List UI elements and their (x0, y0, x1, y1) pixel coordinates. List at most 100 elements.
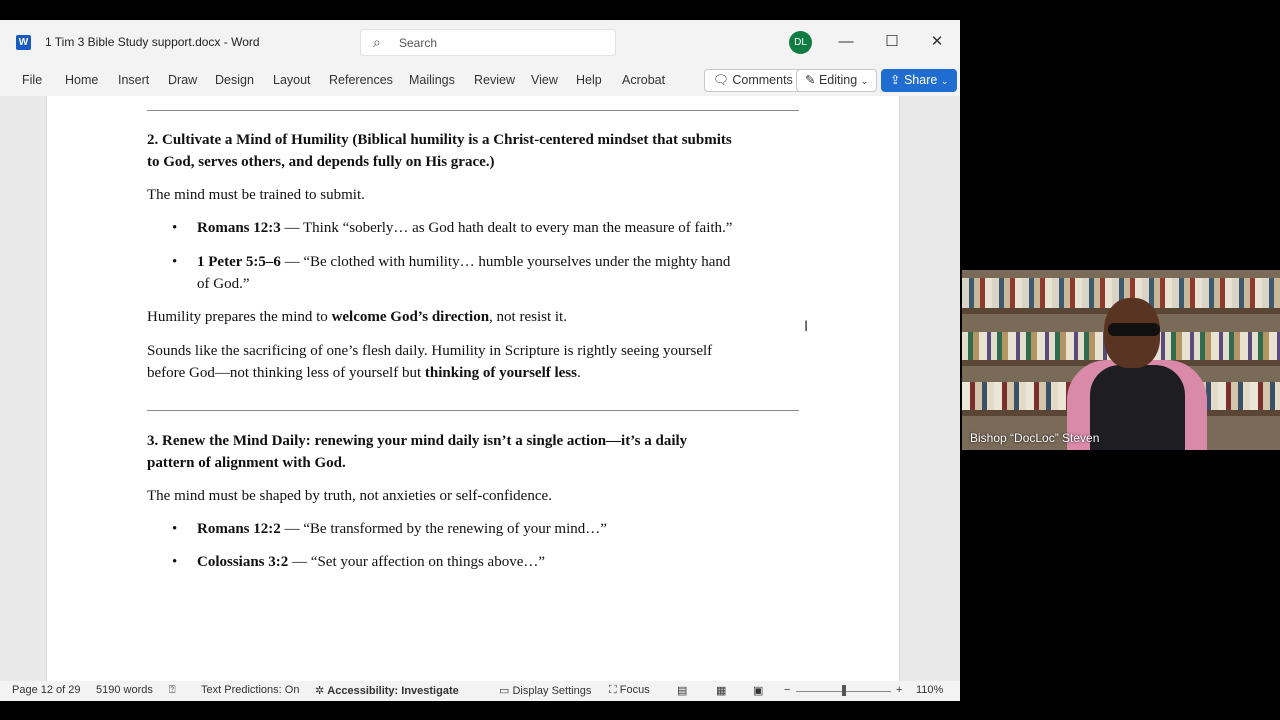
tab-review[interactable]: Review (474, 73, 515, 87)
comments-label: Comments (732, 73, 793, 87)
close-button[interactable]: ✕ (922, 28, 952, 56)
participant-name: Bishop “DocLoc” Steven (970, 431, 1100, 445)
tab-acrobat[interactable]: Acrobat (622, 73, 665, 87)
scripture-reference: Romans 12:2 (197, 521, 281, 537)
tab-home[interactable]: Home (65, 73, 98, 87)
read-mode-icon[interactable]: ▤ (677, 684, 687, 697)
tab-file[interactable]: File (22, 73, 42, 87)
pencil-icon: ✎ (805, 73, 816, 87)
accessibility-label: Accessibility: Investigate (327, 685, 459, 697)
tab-references[interactable]: References (329, 73, 393, 87)
glasses (1108, 323, 1160, 336)
section-2-intro[interactable]: The mind must be trained to submit. (147, 184, 799, 206)
tab-help[interactable]: Help (576, 73, 602, 87)
accessibility-status[interactable]: ✲ Accessibility: Investigate (315, 684, 459, 697)
document-filename: 1 Tim 3 Bible Study support.docx (45, 35, 221, 49)
list-item[interactable]: Romans 12:2 — “Be transformed by the ren… (172, 518, 799, 540)
zoom-slider-thumb[interactable] (841, 685, 846, 696)
horizontal-rule (147, 410, 799, 411)
tab-design[interactable]: Design (215, 73, 254, 87)
comments-button[interactable]: 🗨 Comments (704, 69, 802, 92)
tab-mailings[interactable]: Mailings (409, 73, 455, 87)
scripture-text: — “Be clothed with humility… humble your… (280, 254, 731, 270)
list-item[interactable]: 1 Peter 5:5–6 — “Be clothed with humilit… (172, 251, 799, 295)
emphasis-text: welcome God’s direction (331, 309, 490, 325)
minimize-icon: — (838, 33, 854, 50)
scripture-text-continued: of God.” (197, 276, 250, 292)
scripture-text: — “Be transformed by the renewing of you… (280, 521, 607, 537)
search-placeholder: Search (399, 36, 438, 50)
chevron-down-icon: ⌄ (860, 76, 869, 86)
user-avatar[interactable]: DL (789, 31, 812, 54)
horizontal-rule (147, 110, 799, 111)
scripture-text: — “Set your affection on things above…” (288, 554, 546, 570)
minimize-button[interactable]: — (831, 28, 861, 56)
tab-layout[interactable]: Layout (273, 73, 311, 87)
share-label: Share (903, 73, 938, 87)
search-icon: ⌕ (373, 34, 381, 50)
section-3-heading-line-2: pattern of alignment with God. (147, 455, 346, 471)
text-predictions[interactable]: Text Predictions: On (201, 684, 299, 696)
focus-button[interactable]: ⛶ Focus (609, 684, 650, 697)
paragraph-text: Humility prepares the mind to (147, 309, 332, 325)
editing-mode-button[interactable]: ✎ Editing ⌄ (796, 69, 878, 92)
document-title: 1 Tim 3 Bible Study support.docx - Word (45, 35, 260, 49)
display-icon: ▭ (499, 685, 510, 697)
display-settings-label: Display Settings (512, 685, 592, 697)
section-3-heading[interactable]: 3. Renew the Mind Daily: renewing your m… (147, 430, 799, 474)
title-separator: - (223, 35, 228, 49)
ribbon-tabs: File Home Insert Draw Design Layout Refe… (0, 66, 960, 96)
scripture-reference: Colossians 3:2 (197, 554, 289, 570)
search-box[interactable]: ⌕ Search (360, 29, 616, 56)
section-3-heading-line-1: 3. Renew the Mind Daily: renewing your m… (147, 433, 688, 449)
tab-insert[interactable]: Insert (118, 73, 149, 87)
top-black-bar (0, 0, 1280, 20)
paragraph-text: . (576, 365, 581, 381)
person-vest (1090, 365, 1185, 450)
scripture-text: — Think “soberly… as God hath dealt to e… (280, 220, 733, 236)
text-cursor-icon: I (804, 319, 809, 335)
scripture-reference: Romans 12:3 (197, 220, 281, 236)
section-3-intro[interactable]: The mind must be shaped by truth, not an… (147, 485, 799, 507)
web-layout-icon[interactable]: ▣ (753, 684, 763, 697)
accessibility-icon: ✲ (315, 685, 325, 697)
zoom-in-button[interactable]: + (896, 684, 902, 696)
status-bar: Page 12 of 29 5190 words ⍰ Text Predicti… (0, 681, 960, 701)
paragraph-text: before God—not thinking less of yourself… (147, 365, 425, 381)
share-chevron-icon: ⌄ (940, 76, 949, 86)
tab-view[interactable]: View (531, 73, 558, 87)
zoom-level[interactable]: 110% (916, 684, 943, 696)
section-2-heading-line-2: to God, serves others, and depends fully… (147, 154, 495, 170)
section-2-heading[interactable]: 2. Cultivate a Mind of Humility (Biblica… (147, 129, 799, 173)
title-bar: W 1 Tim 3 Bible Study support.docx - Wor… (0, 20, 960, 66)
share-button[interactable]: ⇪ Share ⌄ (881, 69, 958, 92)
share-icon: ⇪ (890, 73, 901, 87)
paragraph-line-1: Sounds like the sacrificing of one’s fle… (147, 343, 713, 359)
bottom-black-bar (0, 701, 1280, 720)
emphasis-text: thinking of yourself less (424, 365, 577, 381)
app-name: Word (231, 35, 260, 49)
page-count[interactable]: Page 12 of 29 (12, 684, 81, 696)
zoom-out-button[interactable]: − (784, 684, 790, 696)
sacrifice-paragraph[interactable]: Sounds like the sacrificing of one’s fle… (147, 340, 799, 384)
word-app-icon: W (16, 35, 31, 50)
video-tile[interactable]: Bishop “DocLoc” Steven (962, 270, 1280, 450)
comment-icon: 🗨 (713, 73, 729, 87)
scripture-reference: 1 Peter 5:5–6 (197, 254, 281, 270)
document-page[interactable]: 2. Cultivate a Mind of Humility (Biblica… (46, 96, 900, 681)
humility-paragraph[interactable]: Humility prepares the mind to welcome Go… (147, 306, 799, 328)
word-count[interactable]: 5190 words (96, 684, 153, 696)
print-layout-icon[interactable]: ▦ (716, 684, 726, 697)
document-canvas[interactable]: 2. Cultivate a Mind of Humility (Biblica… (0, 96, 960, 681)
focus-icon: ⛶ (609, 684, 617, 696)
section-2-heading-line-1: 2. Cultivate a Mind of Humility (Biblica… (147, 132, 732, 148)
proofing-icon[interactable]: ⍰ (169, 684, 176, 697)
maximize-icon: ☐ (885, 33, 899, 50)
maximize-button[interactable]: ☐ (877, 28, 907, 56)
word-window: W 1 Tim 3 Bible Study support.docx - Wor… (0, 20, 960, 701)
list-item[interactable]: Romans 12:3 — Think “soberly… as God hat… (172, 217, 799, 239)
display-settings-button[interactable]: ▭ Display Settings (499, 684, 591, 697)
editing-label: Editing (818, 73, 858, 87)
list-item[interactable]: Colossians 3:2 — “Set your affection on … (172, 551, 799, 573)
tab-draw[interactable]: Draw (168, 73, 197, 87)
